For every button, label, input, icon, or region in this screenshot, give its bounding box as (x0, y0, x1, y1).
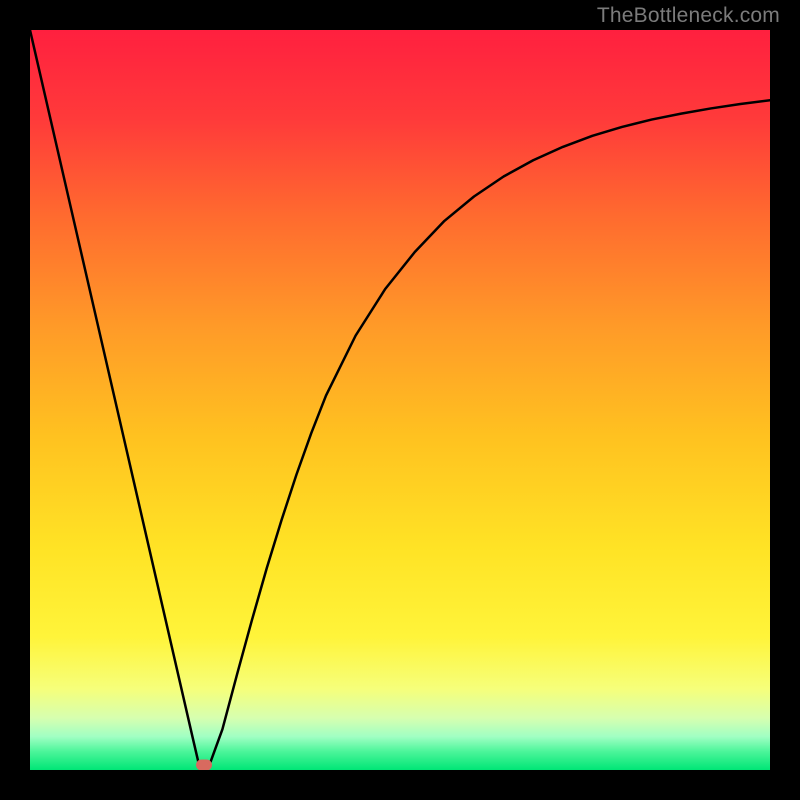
bottleneck-curve (30, 30, 770, 770)
plot-area (30, 30, 770, 770)
watermark-text: TheBottleneck.com (597, 4, 780, 28)
chart-frame: TheBottleneck.com (0, 0, 800, 800)
minimum-marker (196, 760, 212, 771)
